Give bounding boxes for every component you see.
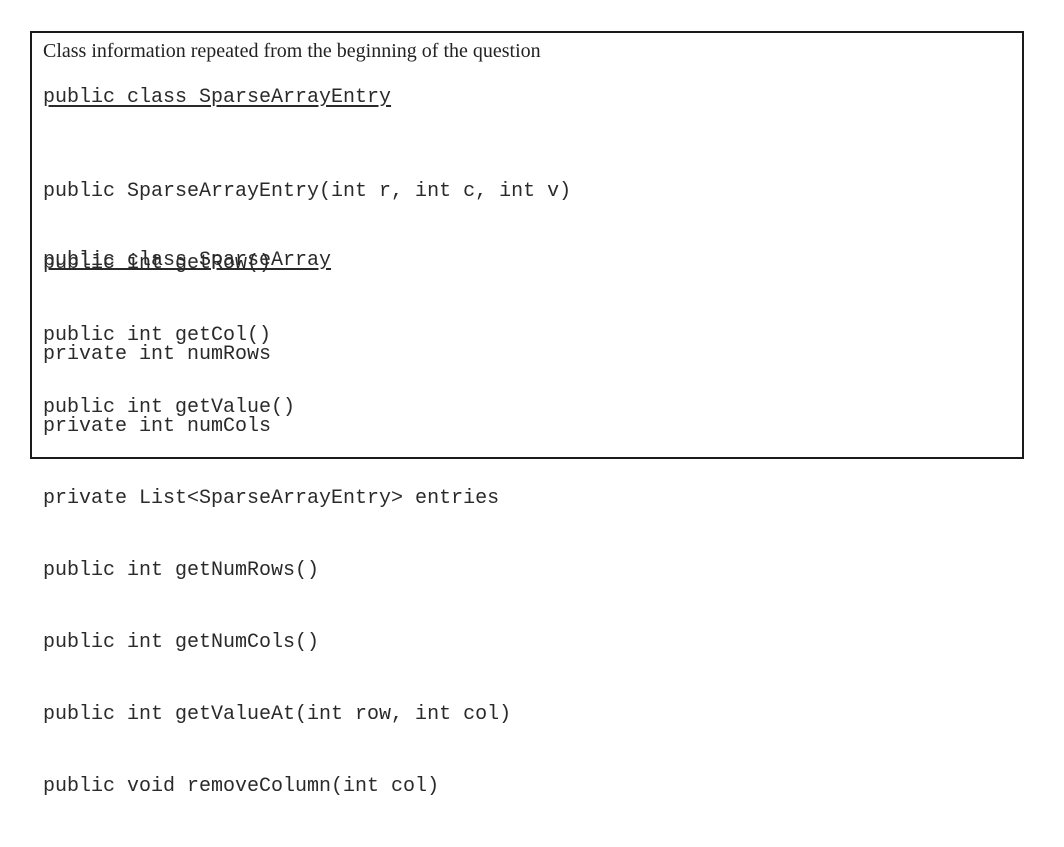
member-line: public int getNumRows() <box>43 559 320 582</box>
class-title-sparse-array: public class SparseArray <box>43 249 332 272</box>
member-line: public SparseArrayEntry(int r, int c, in… <box>43 180 572 203</box>
member-line: private List<SparseArrayEntry> entries <box>43 487 500 510</box>
class-title-sparse-array-entry: public class SparseArrayEntry <box>43 86 392 109</box>
member-line: public void removeColumn(int col) <box>43 775 440 798</box>
member-line: public int getNumCols() <box>43 631 320 654</box>
member-line: private int numCols <box>43 415 272 438</box>
class-info-box: Class information repeated from the begi… <box>30 31 1024 798</box>
box-heading: Class information repeated from the begi… <box>43 40 541 62</box>
member-line: private int numRows <box>43 343 272 366</box>
member-line: public int getValueAt(int row, int col) <box>43 703 512 726</box>
class-members-sparse-array: private int numRows private int numCols … <box>43 295 511 847</box>
